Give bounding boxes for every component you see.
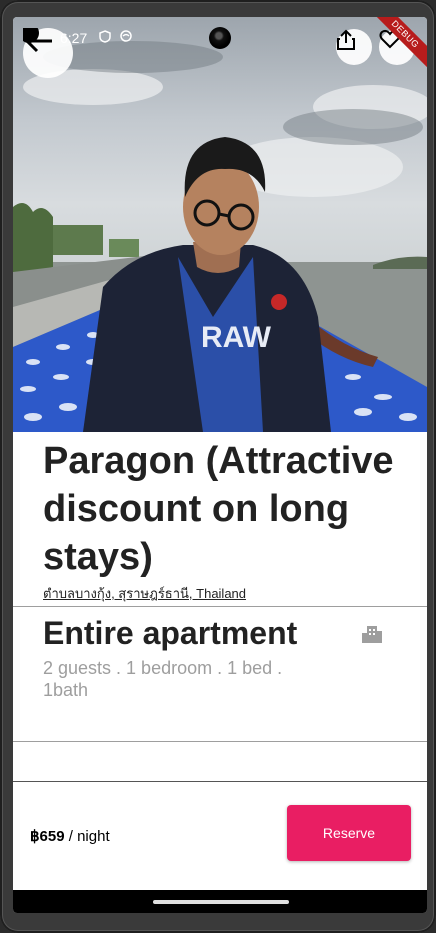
back-button[interactable] <box>23 28 73 78</box>
property-type: Entire apartment <box>43 615 298 651</box>
building-icon <box>362 625 382 648</box>
listing-photo-graphic: RAW <box>13 41 427 432</box>
listing-photo: RAW 6:27 DEBUG <box>13 17 427 432</box>
divider <box>13 741 427 742</box>
booking-bar: ฿659 / night Reserve <box>13 782 427 890</box>
svg-text:RAW: RAW <box>201 321 272 354</box>
app-screen: RAW 6:27 DEBUG Paragon (Attractive disco… <box>13 17 427 913</box>
listing-details: 2 guests . 1 bedroom . 1 bed . 1bath <box>43 658 283 700</box>
system-nav-bar <box>13 890 427 913</box>
listing-title: Paragon (Attractive discount on long sta… <box>43 440 394 578</box>
share-button[interactable] <box>336 29 372 65</box>
home-indicator[interactable] <box>153 900 289 904</box>
reserve-button[interactable]: Reserve <box>287 805 411 861</box>
price-per-night: ฿659 / night <box>30 827 110 845</box>
front-camera <box>209 27 231 49</box>
price-unit: / night <box>64 828 110 845</box>
listing-location-link[interactable]: ตำบลบางกุ้ง, สุราษฎร์ธานี, Thailand <box>43 583 246 604</box>
price-amount: ฿659 <box>30 828 65 845</box>
phone-frame: RAW 6:27 DEBUG Paragon (Attractive disco… <box>0 0 436 933</box>
divider <box>13 606 427 607</box>
